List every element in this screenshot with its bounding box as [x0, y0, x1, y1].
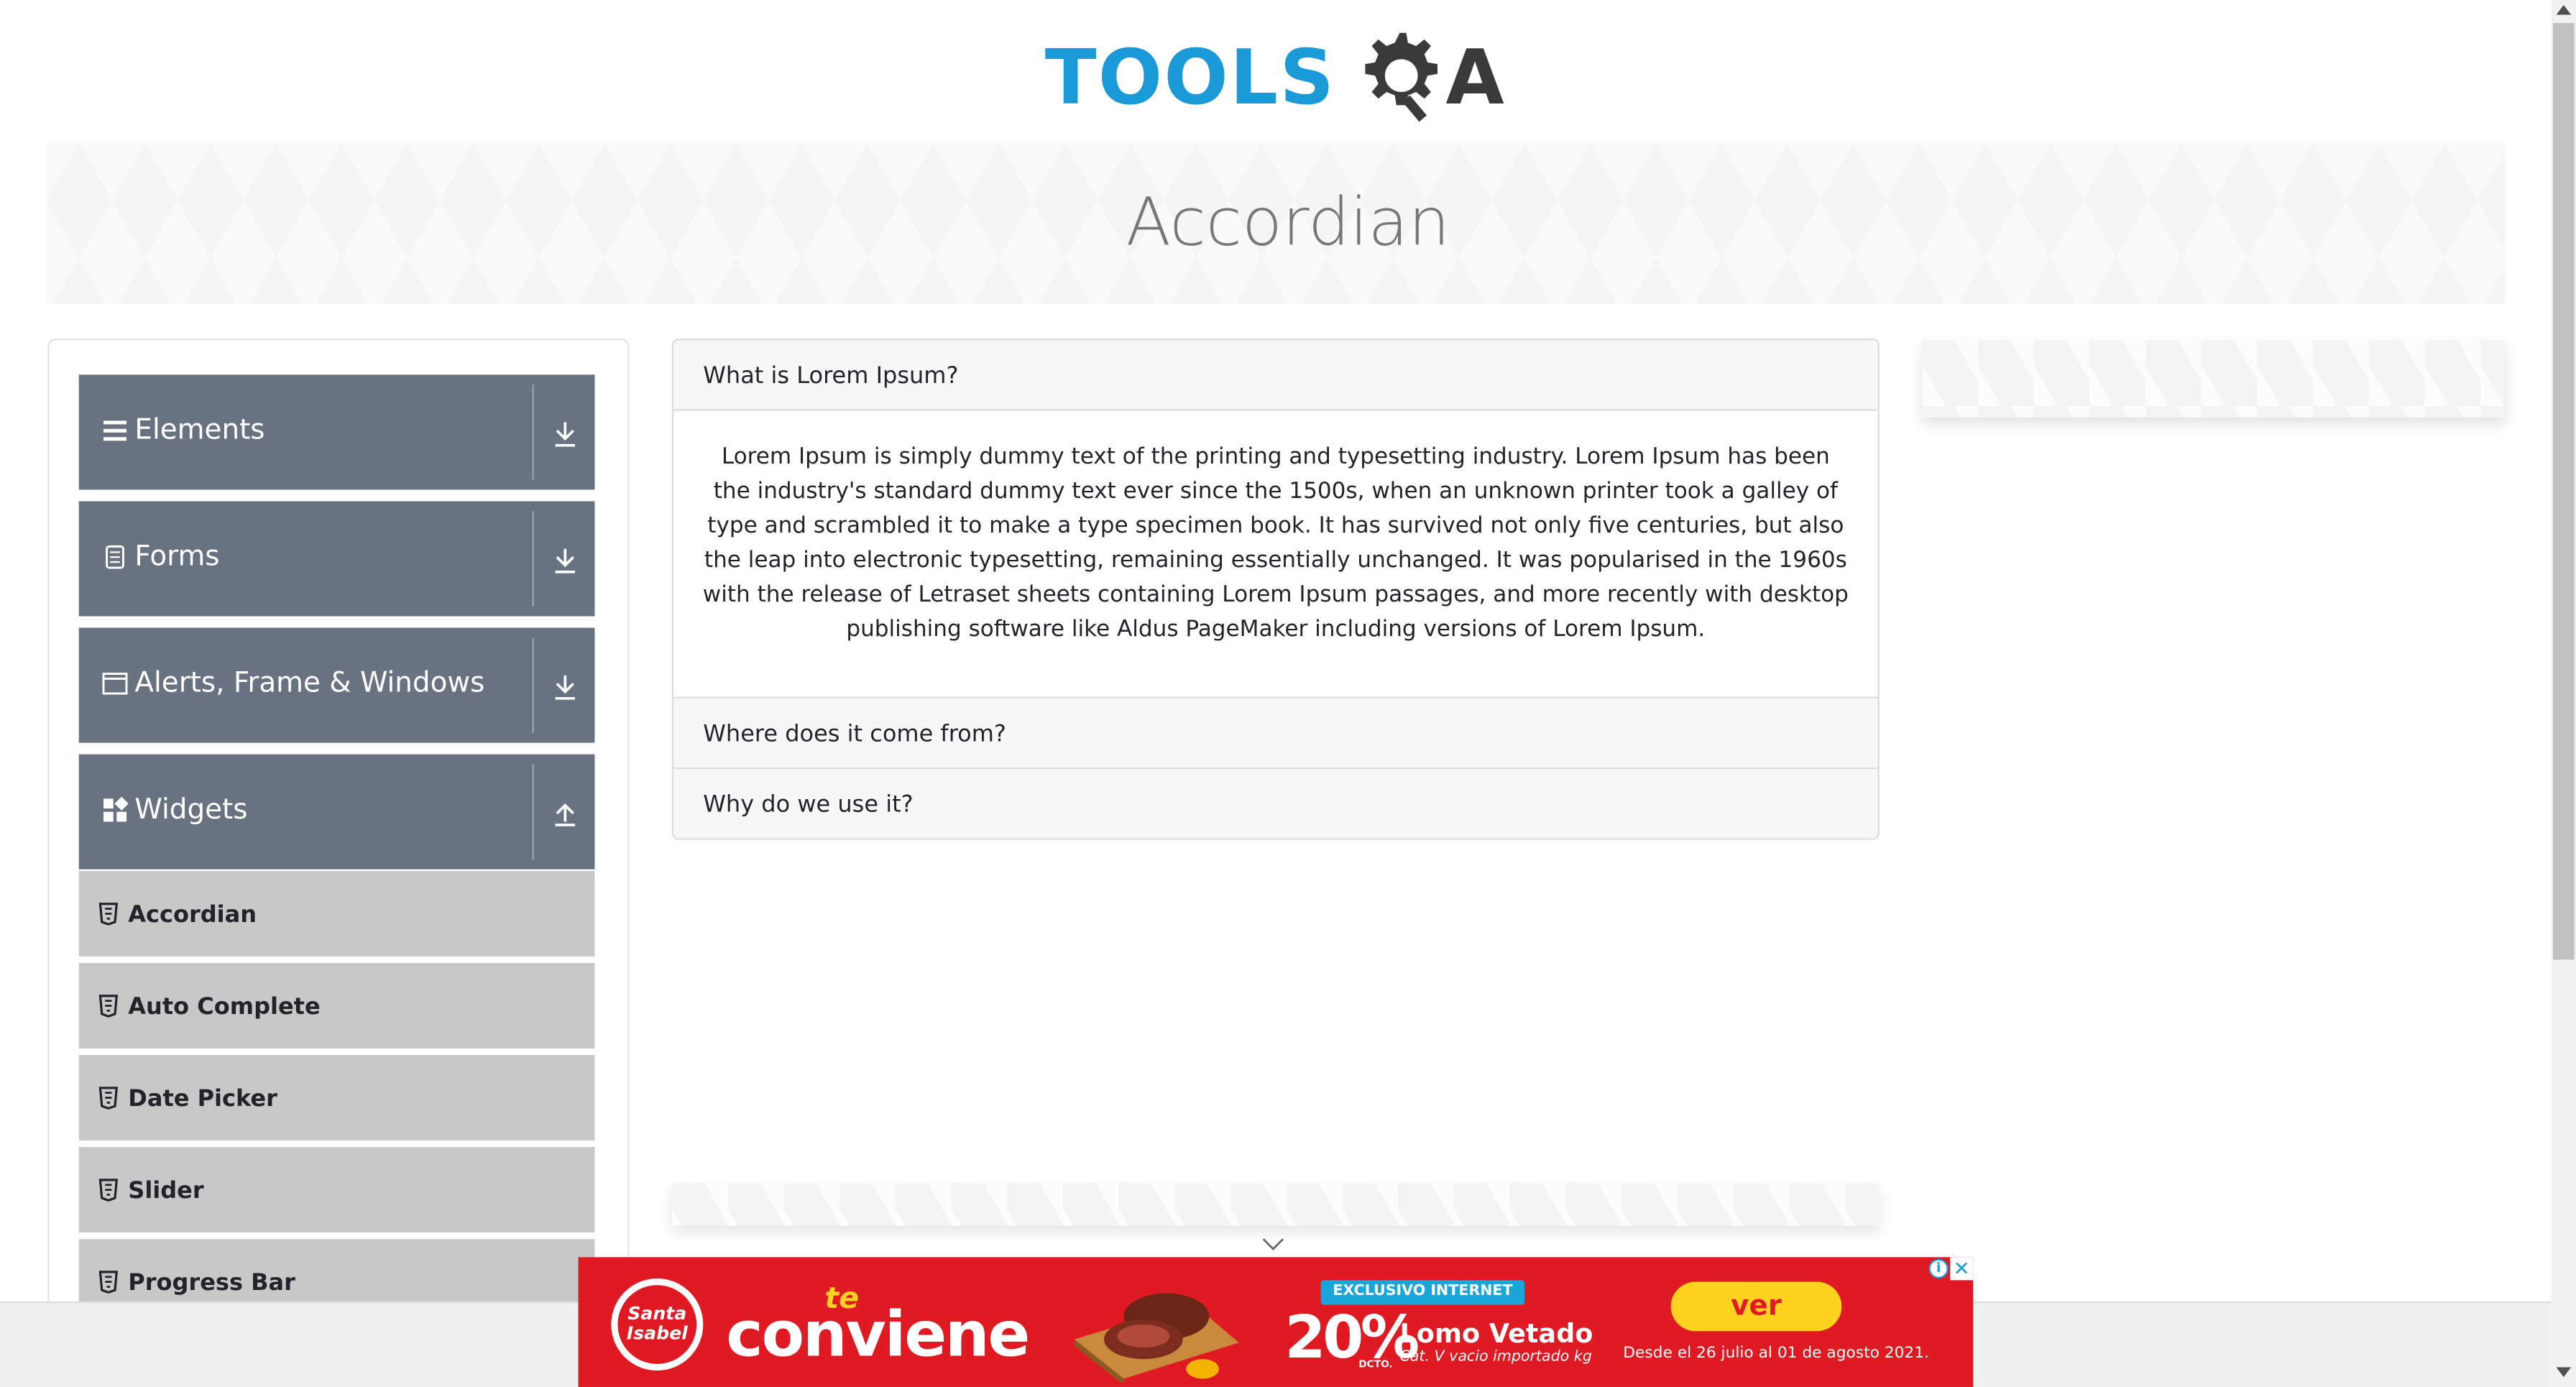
sidebar-item-label: Auto Complete [128, 994, 321, 1021]
download-arrow-icon[interactable] [552, 545, 579, 575]
sidebar: Elements Forms Alerts, Frame & Windows W… [47, 338, 630, 1387]
page-title: Accordian [1126, 185, 1450, 262]
exclusivo-internet-badge: EXCLUSIVO INTERNET [1320, 1280, 1525, 1305]
sticky-ad-banner[interactable]: Santa Isabel te conviene EXCLUSIVO INTER… [578, 1257, 1974, 1387]
logo-a: A [1445, 32, 1504, 122]
accordion: What is Lorem Ipsum? Lorem Ipsum is simp… [671, 338, 1880, 840]
download-arrow-icon[interactable] [552, 419, 579, 448]
sidebar-group-forms[interactable]: Forms [78, 501, 595, 617]
accordion-heading-text: Why do we use it? [703, 792, 914, 819]
html5-icon [98, 1271, 119, 1294]
html5-icon [98, 903, 119, 926]
sidebar-group-elements[interactable]: Elements [78, 374, 595, 490]
widgets-grid-icon [103, 797, 129, 822]
ad-close-icon[interactable]: ✕ [1950, 1257, 1974, 1281]
html5-icon [98, 995, 119, 1018]
sidebar-group-label: Forms [134, 540, 220, 574]
brand-text: Santa Isabel [617, 1285, 697, 1364]
accordion-heading-text: What is Lorem Ipsum? [703, 363, 959, 390]
upload-arrow-icon[interactable] [552, 798, 579, 828]
hamburger-icon [103, 420, 126, 441]
logo-text: TOOLS [1044, 32, 1336, 122]
window-icon [102, 673, 128, 695]
sidebar-item-auto-complete[interactable]: Auto Complete [78, 963, 595, 1052]
ad-conviene-text: conviene [726, 1298, 1030, 1371]
sidebar-group-label: Alerts, Frame & Windows [134, 667, 485, 701]
html5-icon [98, 1179, 119, 1202]
dcto-text: DCTO. [1358, 1359, 1393, 1371]
sidebar-item-label: Slider [128, 1178, 204, 1205]
accordion-heading-text: Where does it come from? [703, 721, 1006, 748]
sidebar-group-alerts-frame-windows[interactable]: Alerts, Frame & Windows [78, 627, 595, 743]
discount-text: 20% [1284, 1304, 1420, 1373]
sidebar-item-date-picker[interactable]: Date Picker [78, 1055, 595, 1144]
accordion-section-1-body: Lorem Ipsum is simply dummy text of the … [673, 410, 1878, 699]
santa-isabel-logo: Santa Isabel [611, 1278, 704, 1371]
sidebar-item-slider[interactable]: Slider [78, 1147, 595, 1236]
sidebar-item-accordian[interactable]: Accordian [78, 870, 595, 960]
scrollbar-thumb[interactable] [2552, 23, 2575, 960]
ad-placeholder-right [1922, 340, 2506, 418]
sidebar-group-label: Widgets [134, 793, 248, 827]
meat-image [1074, 1293, 1239, 1383]
sidebar-item-label: Accordian [128, 902, 257, 928]
accordion-section-2-heading[interactable]: Where does it come from? [673, 698, 1878, 770]
accordion-section-1-heading[interactable]: What is Lorem Ipsum? [673, 340, 1878, 411]
tools-qa-logo[interactable]: TOOLS A [1045, 19, 1522, 134]
sidebar-item-label: Progress Bar [128, 1270, 295, 1297]
divider [532, 384, 534, 480]
divider [532, 764, 534, 860]
page: TOOLS A Accordian Elements Forms Alerts,… [0, 0, 2576, 1387]
document-icon [106, 545, 124, 569]
download-arrow-icon[interactable] [552, 672, 579, 701]
html5-icon [98, 1087, 119, 1110]
product-note: Cat. V vacio importado kg [1399, 1349, 1592, 1366]
promo-dates: Desde el 26 julio al 01 de agosto 2021. [1623, 1344, 1929, 1363]
sidebar-group-label: Elements [134, 414, 265, 447]
ad-info-icon[interactable]: i [1928, 1258, 1949, 1279]
ad-placeholder-bottom [671, 1183, 1880, 1226]
chevron-down-icon[interactable] [1261, 1238, 1284, 1250]
sidebar-item-label: Date Picker [128, 1086, 277, 1113]
gear-magnifier-icon [1365, 32, 1438, 122]
divider [532, 511, 534, 607]
vertical-scrollbar[interactable] [2551, 0, 2576, 1387]
accordion-section-3-heading[interactable]: Why do we use it? [673, 769, 1878, 839]
divider [532, 637, 534, 733]
product-name: Lomo Vetado [1399, 1317, 1593, 1350]
scroll-down-arrow-icon[interactable] [2556, 1367, 2572, 1378]
ver-ofertas-button[interactable]: ver ofertas [1670, 1281, 1842, 1372]
scroll-up-arrow-icon[interactable] [2556, 4, 2572, 15]
sidebar-group-widgets[interactable]: Widgets [78, 754, 595, 870]
accordion-body-text: Lorem Ipsum is simply dummy text of the … [702, 443, 1849, 643]
